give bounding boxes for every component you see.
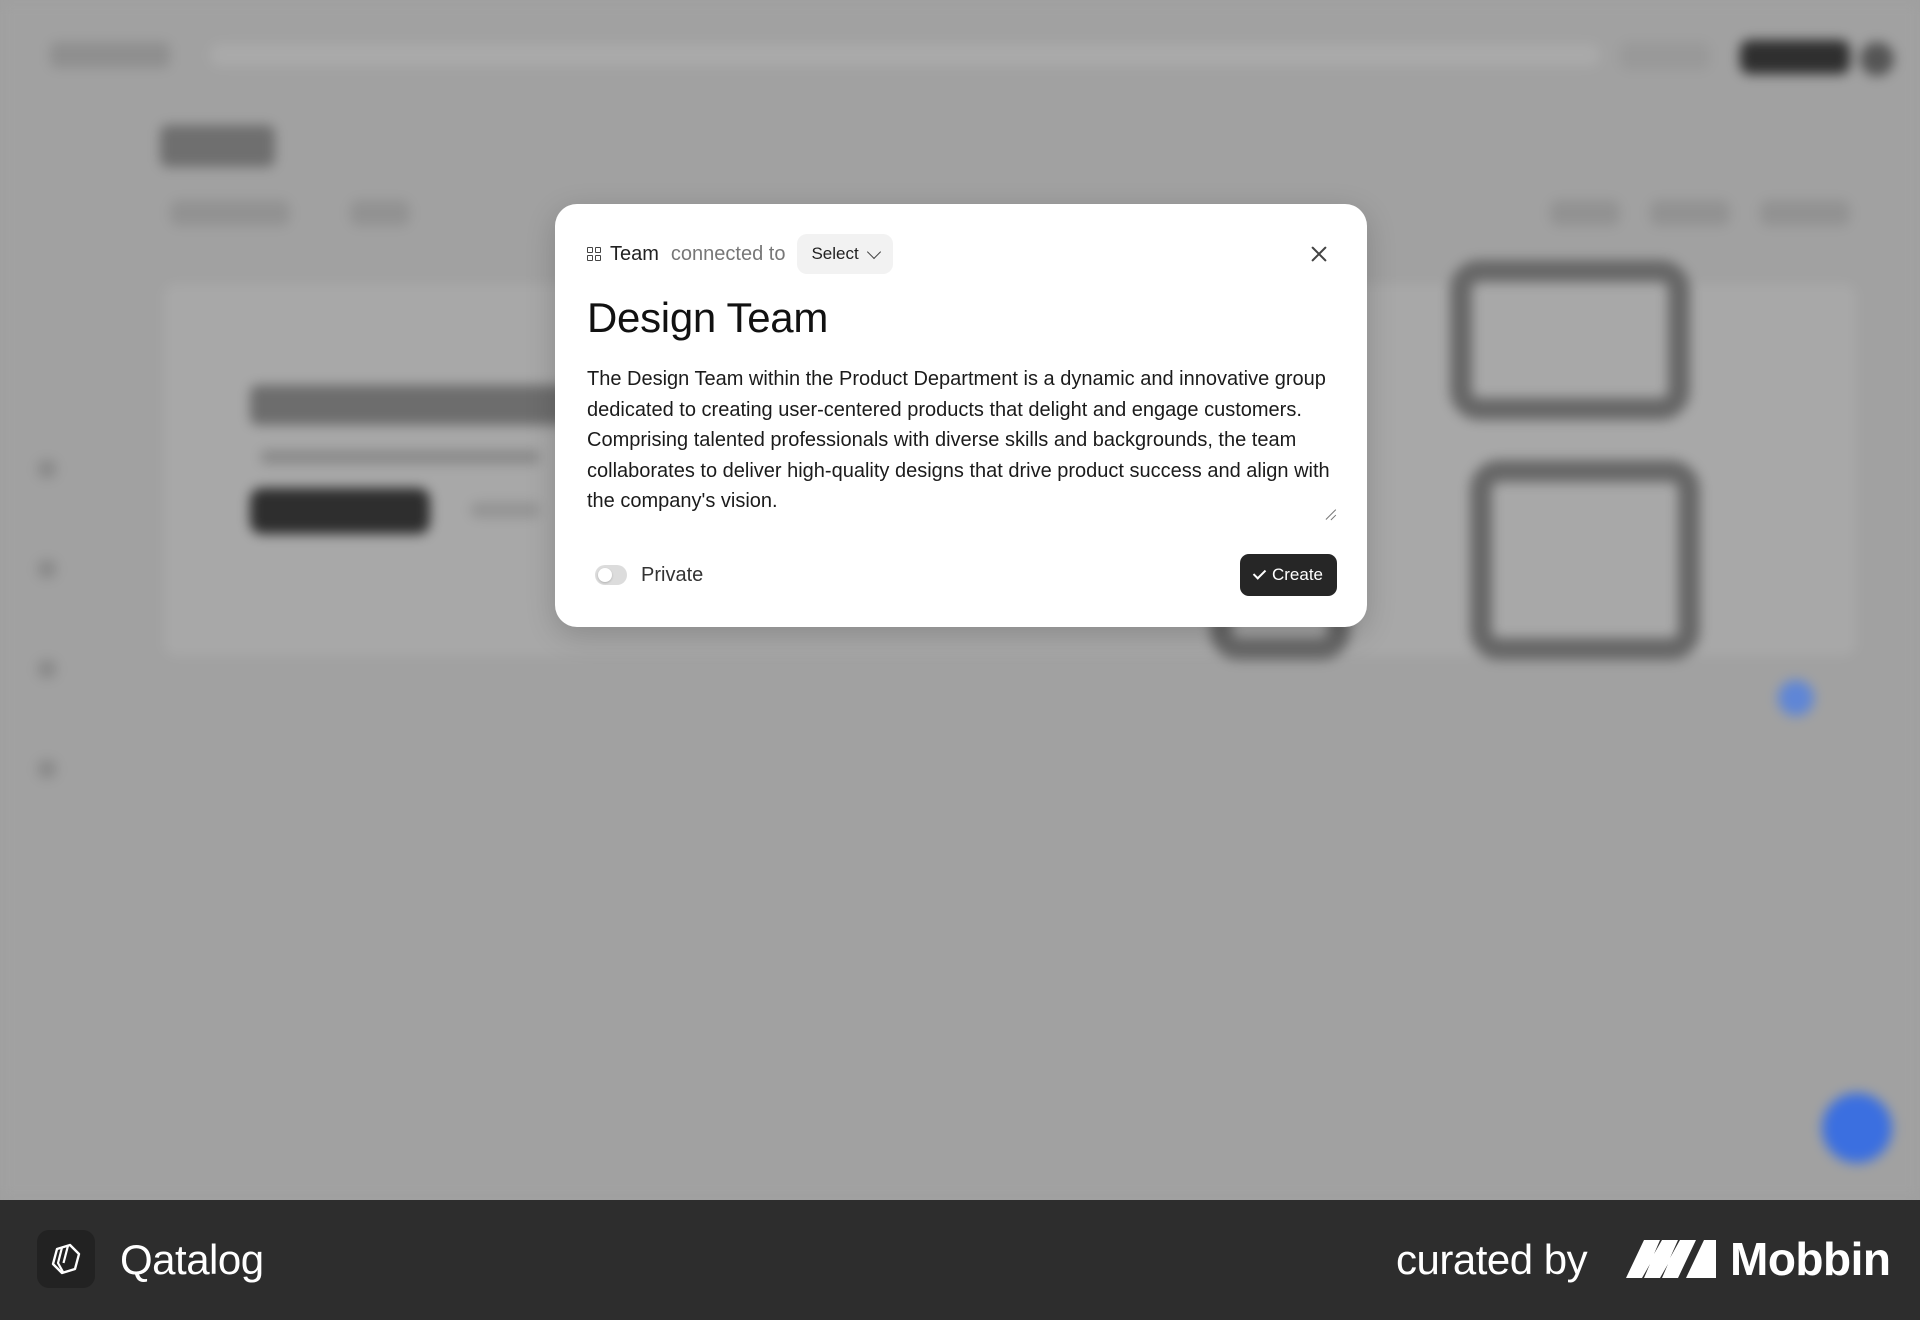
background-sidebar-icon [38, 560, 56, 578]
resize-handle-icon[interactable] [1325, 508, 1337, 520]
background-avatar [1860, 42, 1894, 76]
mobbin-logo-icon [1626, 1240, 1716, 1278]
toggle-knob [598, 568, 612, 582]
entity-type-label: Team [610, 242, 659, 265]
grid-icon [587, 247, 601, 261]
team-name-input[interactable]: Design Team [587, 294, 828, 342]
connected-to-label: connected to [670, 242, 786, 265]
background-sidebar-icon [38, 660, 56, 678]
app-name: Qatalog [120, 1236, 264, 1283]
qatalog-logo [37, 1230, 95, 1288]
background-page-title [160, 125, 275, 167]
create-team-dialog: Team connected to Select Design Team The… [555, 204, 1367, 627]
background-card-subtitle [260, 450, 540, 464]
dialog-header: Team connected to Select [587, 234, 893, 274]
background-filter [1550, 200, 1620, 226]
background-card-link [470, 502, 540, 518]
background-sidebar-icon [38, 460, 56, 478]
private-toggle-row: Private [587, 564, 703, 587]
background-card-title [250, 385, 580, 425]
background-logo [50, 42, 170, 68]
background-filter [1760, 200, 1850, 226]
background-shape [1450, 260, 1690, 420]
background-topbar [40, 30, 1900, 80]
background-search-bar [210, 44, 1600, 66]
curated-by-label: curated by [1396, 1236, 1588, 1283]
background-card-button [250, 488, 430, 534]
dialog-footer: Private Create [587, 554, 1337, 596]
qatalog-logo-icon [51, 1243, 81, 1275]
private-toggle[interactable] [595, 565, 627, 585]
brand-name: Mobbin [1730, 1233, 1891, 1285]
background-badge [1778, 680, 1814, 716]
background-sidebar-icon [38, 760, 56, 778]
background-primary-button [1740, 40, 1850, 74]
chevron-down-icon [866, 244, 881, 259]
team-description-textarea[interactable]: The Design Team within the Product Depar… [587, 364, 1339, 522]
background-button [1620, 42, 1710, 70]
create-button-label: Create [1271, 565, 1323, 584]
background-filter [1650, 200, 1730, 226]
connection-select[interactable]: Select [797, 234, 893, 274]
background-help-button [1822, 1093, 1892, 1163]
connection-select-label: Select [811, 244, 859, 263]
private-label: Private [641, 563, 704, 586]
background-shape [1470, 460, 1700, 660]
background-filter [170, 200, 290, 226]
attribution-banner: Qatalog curated by Mobbin [0, 1200, 1920, 1320]
check-icon [1252, 566, 1267, 580]
entity-type: Team [587, 243, 659, 266]
close-icon[interactable] [1307, 242, 1331, 266]
background-filter [350, 200, 410, 226]
create-button[interactable]: Create [1239, 554, 1337, 596]
